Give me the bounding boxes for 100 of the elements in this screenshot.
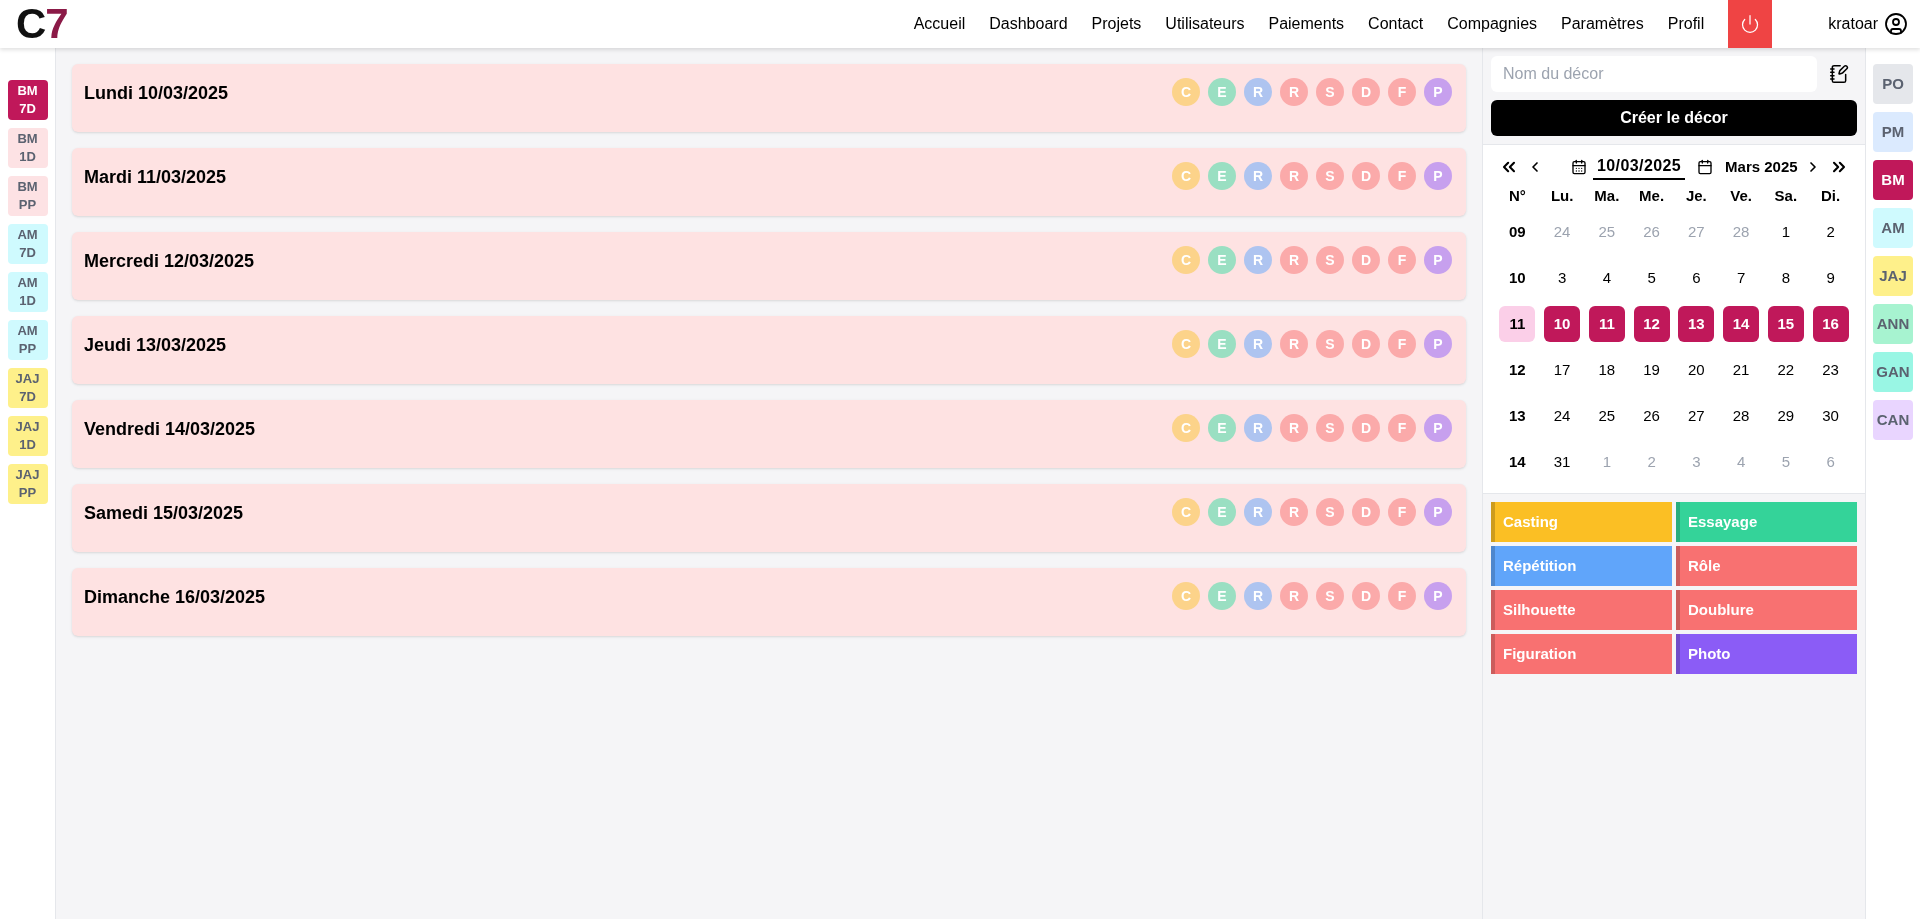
filter-badge[interactable]: PO — [1873, 64, 1913, 104]
filter-badge[interactable]: AM 7D — [7, 224, 48, 264]
week-number[interactable]: 09 — [1499, 214, 1536, 250]
calendar-day[interactable]: 25 — [1588, 214, 1625, 250]
calendar-day[interactable]: 2 — [1812, 214, 1849, 250]
calendar-day[interactable]: 10 — [1544, 306, 1581, 342]
calendar-day[interactable]: 9 — [1812, 260, 1849, 296]
calendar-day[interactable]: 15 — [1767, 306, 1804, 342]
legend-item: Casting — [1491, 502, 1672, 542]
calendar-day[interactable]: 22 — [1767, 352, 1804, 388]
calendar-day[interactable]: 4 — [1588, 260, 1625, 296]
filter-badge[interactable]: JAJ 7D — [7, 368, 48, 408]
day-title: Mercredi 12/03/2025 — [84, 250, 255, 273]
filter-badge[interactable]: BM — [1873, 160, 1913, 200]
calendar-icon[interactable] — [1697, 159, 1714, 175]
filter-badge[interactable]: AM — [1873, 208, 1913, 248]
day-title: Mardi 11/03/2025 — [84, 166, 227, 189]
week-number[interactable]: 10 — [1499, 260, 1536, 296]
power-icon — [1740, 14, 1761, 34]
week-number[interactable]: 14 — [1499, 444, 1536, 480]
calendar-day[interactable]: 1 — [1767, 214, 1804, 250]
calendar-day[interactable]: 23 — [1812, 352, 1849, 388]
nav-link[interactable]: Accueil — [901, 12, 978, 36]
legend-item: Doublure — [1676, 590, 1857, 630]
calendar-day[interactable]: 21 — [1723, 352, 1760, 388]
calendar-day[interactable]: 27 — [1678, 214, 1715, 250]
filter-badge[interactable]: JAJ PP — [7, 464, 48, 504]
calendar-day[interactable]: 11 — [1588, 306, 1625, 342]
filter-badge[interactable]: PM — [1873, 112, 1913, 152]
nav-link[interactable]: Profil — [1655, 12, 1717, 36]
calendar-day[interactable]: 30 — [1812, 398, 1849, 434]
create-decor-button[interactable]: Créer le décor — [1491, 100, 1857, 136]
calendar-day[interactable]: 20 — [1678, 352, 1715, 388]
calendar-day[interactable]: 18 — [1588, 352, 1625, 388]
calendar-day[interactable]: 26 — [1633, 214, 1670, 250]
calendar-day[interactable]: 6 — [1678, 260, 1715, 296]
calendar-day[interactable]: 19 — [1633, 352, 1670, 388]
day-title: Vendredi 14/03/2025 — [84, 418, 256, 441]
nav-link[interactable]: Projets — [1079, 12, 1154, 36]
filter-badge[interactable]: BM 7D — [7, 80, 48, 120]
decor-name-field[interactable]: Nom du décor — [1491, 56, 1817, 92]
day-title: Jeudi 13/03/2025 — [84, 334, 227, 357]
filter-badge[interactable]: BM PP — [7, 176, 48, 216]
logout-button[interactable] — [1728, 0, 1773, 48]
week-number[interactable]: 13 — [1499, 398, 1536, 434]
calendar-day[interactable]: 26 — [1633, 398, 1670, 434]
calendar-day[interactable]: 2 — [1633, 444, 1670, 480]
filter-badge[interactable]: AM PP — [7, 320, 48, 360]
calendar-day[interactable]: 6 — [1812, 444, 1849, 480]
calendar-icon[interactable] — [1571, 159, 1587, 175]
filter-badge[interactable]: CAN — [1873, 400, 1913, 440]
filter-badge[interactable]: AM 1D — [7, 272, 48, 312]
nav-link[interactable]: Paramètres — [1549, 12, 1656, 36]
week-number[interactable]: 11 — [1499, 306, 1536, 342]
calendar-day[interactable]: 25 — [1588, 398, 1625, 434]
calendar-day[interactable]: 3 — [1678, 444, 1715, 480]
nav-link[interactable]: Utilisateurs — [1153, 12, 1257, 36]
filter-badge[interactable]: JAJ 1D — [7, 416, 48, 456]
date-field[interactable]: 10/03/2025 — [1593, 154, 1686, 180]
weekday-header: Ma. — [1593, 186, 1621, 206]
legend-item: Silhouette — [1491, 590, 1672, 630]
filter-badge[interactable]: ANN — [1873, 304, 1913, 344]
nav-link[interactable]: Compagnies — [1435, 12, 1550, 36]
calendar-day[interactable]: 29 — [1767, 398, 1804, 434]
calendar-day[interactable]: 17 — [1544, 352, 1581, 388]
weekday-header: Sa. — [1773, 186, 1799, 206]
weekday-header: Me. — [1638, 186, 1666, 206]
calendar-day[interactable]: 1 — [1588, 444, 1625, 480]
nav-link[interactable]: Dashboard — [977, 12, 1080, 36]
nav-link[interactable]: Paiements — [1256, 12, 1357, 36]
calendar-day[interactable]: 27 — [1678, 398, 1715, 434]
week-number[interactable]: 12 — [1499, 352, 1536, 388]
calendar-day[interactable]: 13 — [1678, 306, 1715, 342]
calendar-day[interactable]: 24 — [1544, 214, 1581, 250]
weekday-header: Je. — [1684, 186, 1708, 206]
calendar-day[interactable]: 5 — [1633, 260, 1670, 296]
notepad-icon[interactable] — [1829, 64, 1849, 84]
filter-badge[interactable]: BM 1D — [7, 128, 48, 168]
calendar-day[interactable]: 7 — [1723, 260, 1760, 296]
nav-link[interactable]: Contact — [1356, 12, 1436, 36]
weekday-header: Ve. — [1729, 186, 1753, 206]
calendar-day[interactable]: 4 — [1723, 444, 1760, 480]
calendar-day[interactable]: 24 — [1544, 398, 1581, 434]
legend-item: Figuration — [1491, 634, 1672, 674]
calendar-day[interactable]: 3 — [1544, 260, 1581, 296]
calendar-day[interactable]: 16 — [1812, 306, 1849, 342]
user-icon[interactable] — [1884, 12, 1908, 36]
calendar-day[interactable]: 14 — [1723, 306, 1760, 342]
weekday-header: Di. — [1820, 186, 1842, 206]
calendar-day[interactable]: 28 — [1723, 214, 1760, 250]
legend-item: Photo — [1676, 634, 1857, 674]
calendar-day[interactable]: 8 — [1767, 260, 1804, 296]
legend-item: Répétition — [1491, 546, 1672, 586]
calendar-day[interactable]: 28 — [1723, 398, 1760, 434]
filter-badge[interactable]: JAJ — [1873, 256, 1913, 296]
calendar-day[interactable]: 5 — [1767, 444, 1804, 480]
filter-badge[interactable]: GAN — [1873, 352, 1913, 392]
calendar-day[interactable]: 31 — [1544, 444, 1581, 480]
legend-item: Rôle — [1676, 546, 1857, 586]
calendar-day[interactable]: 12 — [1633, 306, 1670, 342]
